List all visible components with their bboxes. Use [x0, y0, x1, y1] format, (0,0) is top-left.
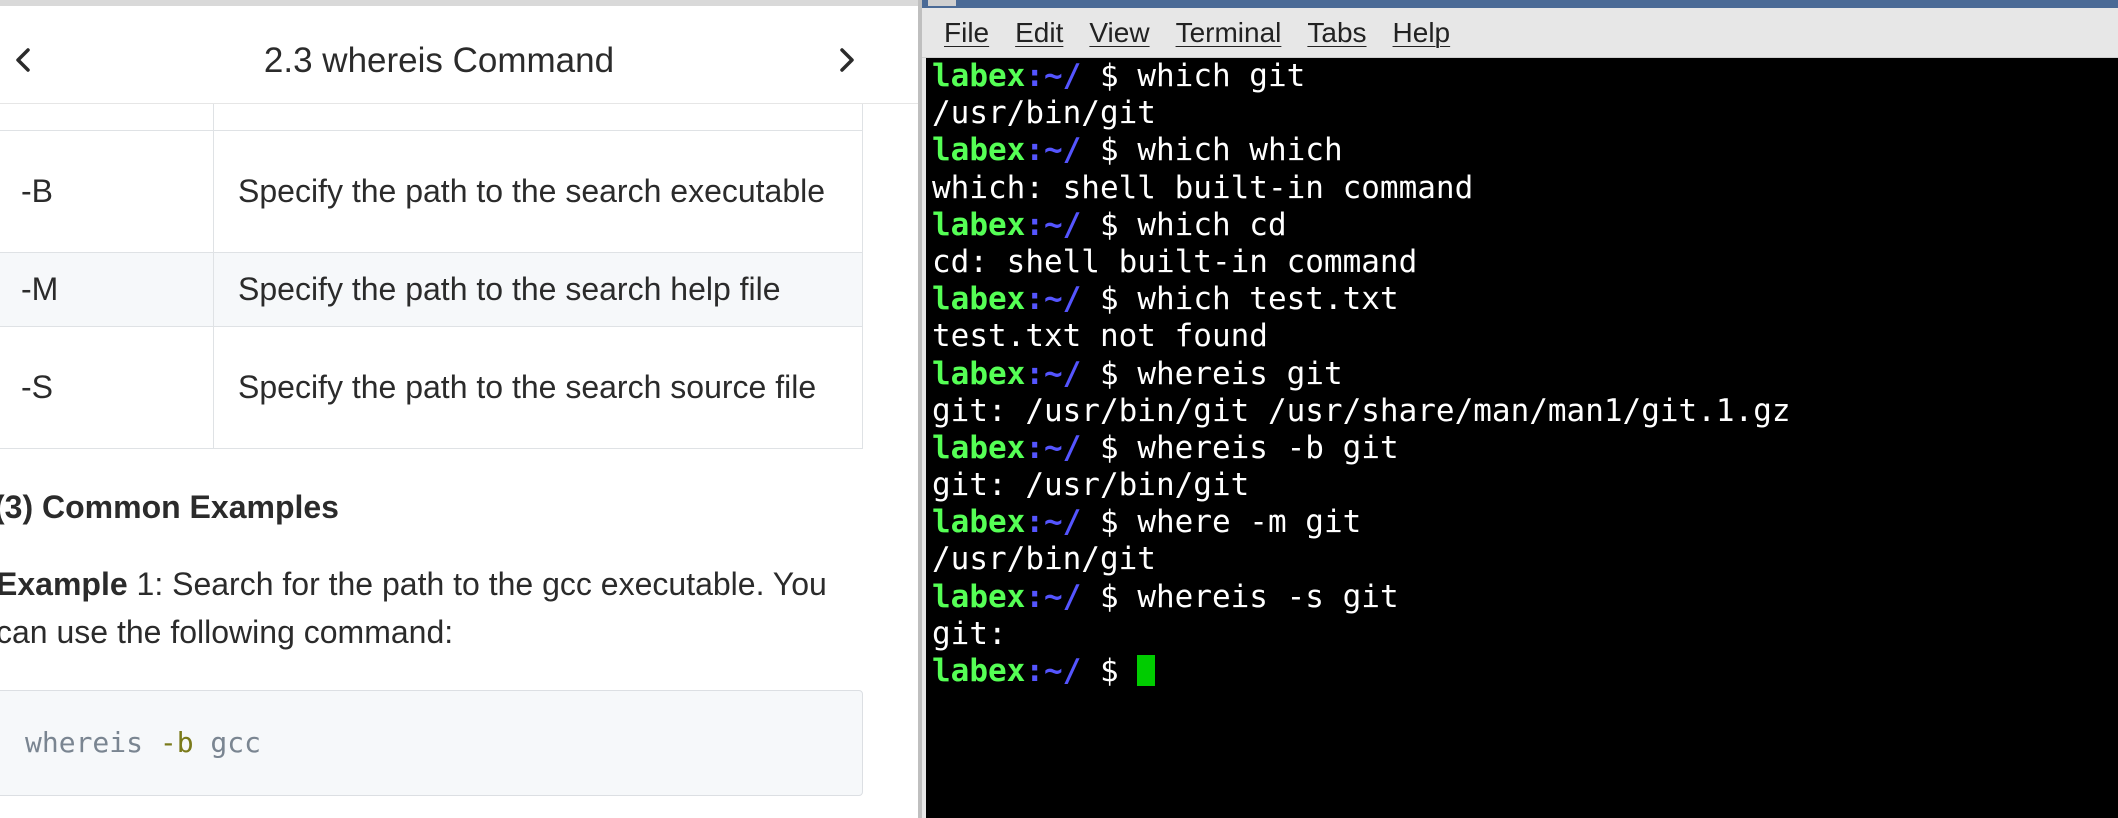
prompt-path: :~/	[1025, 578, 1082, 615]
code-argument: gcc	[193, 726, 262, 759]
option-key: -B	[0, 129, 214, 253]
prompt-path: :~/	[1025, 355, 1082, 392]
terminal-output-line: /usr/bin/git	[932, 541, 1156, 578]
terminal-command-line: labex:~/ $	[932, 653, 2118, 690]
command-text: where -m git	[1137, 504, 1362, 541]
prompt-user: labex	[932, 578, 1026, 615]
prompt-symbol: $	[1081, 58, 1138, 94]
section-heading: (3) Common Examples	[0, 489, 339, 525]
prompt-path: :~/	[1025, 58, 1082, 94]
prompt-symbol: $	[1081, 132, 1138, 169]
prompt-user: labex	[932, 429, 1026, 466]
terminal-output-line: git: /usr/bin/git /usr/share/man/man1/gi…	[932, 392, 1791, 429]
menu-edit[interactable]: Edit	[1015, 17, 1063, 49]
step-title: 2.3 whereis Command	[263, 41, 615, 80]
previous-step-button[interactable]	[4, 38, 44, 82]
prompt-path: :~/	[1025, 132, 1082, 169]
prompt-symbol: $	[1081, 578, 1138, 615]
terminal-output-line: cd: shell built-in command	[932, 243, 1418, 280]
menu-help[interactable]: Help	[1393, 17, 1451, 49]
terminal-output-line: git: /usr/bin/git	[932, 467, 1250, 504]
terminal-command-line: labex:~/ $ which which	[932, 132, 2118, 169]
prompt-path: :~/	[1025, 504, 1082, 541]
terminal-screen[interactable]: labex:~/ $ which git/usr/bin/git labex:~/…	[926, 58, 2118, 818]
menu-tabs[interactable]: Tabs	[1307, 17, 1366, 49]
code-flag: -b	[159, 726, 194, 759]
prompt-user: labex	[932, 281, 1026, 318]
table-row: -M Specify the path to the search help f…	[0, 251, 863, 327]
guide-header: 2.3 whereis Command	[0, 0, 918, 104]
menu-view[interactable]: View	[1089, 17, 1149, 49]
terminal-command-line: labex:~/ $ which test.txt	[932, 281, 2118, 318]
chevron-left-icon	[16, 48, 30, 72]
prompt-path: :~/	[1025, 281, 1082, 318]
terminal-command-line: labex:~/ $ whereis -s git	[932, 579, 2118, 616]
option-description: Specify the path to the search executabl…	[213, 129, 863, 253]
command-text: which cd	[1137, 206, 1287, 243]
table-row: -B Specify the path to the search execut…	[0, 129, 863, 253]
command-text: which test.txt	[1137, 281, 1399, 318]
prompt-symbol: $	[1081, 429, 1138, 466]
terminal-command-line: labex:~/ $ whereis git	[932, 356, 2118, 393]
prompt-symbol: $	[1081, 653, 1138, 689]
menu-terminal[interactable]: Terminal	[1176, 17, 1282, 49]
prompt-symbol: $	[1081, 206, 1138, 243]
option-description: Specify the path to the search source fi…	[213, 325, 863, 449]
terminal-cursor	[1137, 655, 1156, 686]
option-key: -M	[0, 251, 214, 327]
guide-content: -B Specify the path to the search execut…	[0, 104, 918, 818]
code-command: whereis	[25, 726, 160, 759]
window-control[interactable]	[928, 0, 956, 6]
terminal-output-line: test.txt not found	[932, 318, 1268, 355]
terminal-output-line: /usr/bin/git	[932, 95, 1156, 132]
option-description: Specify the path to the search help file	[213, 251, 863, 327]
prompt-user: labex	[932, 206, 1026, 243]
next-step-button[interactable]	[826, 38, 866, 82]
terminal-command-line: labex:~/ $ which git	[932, 58, 2118, 95]
terminal-output-line: which: shell built-in command	[932, 169, 1474, 206]
terminal-window: File Edit View Terminal Tabs Help labex:…	[922, 0, 2118, 818]
window-titlebar	[922, 0, 2118, 8]
terminal-menubar: File Edit View Terminal Tabs Help	[922, 8, 2118, 58]
command-text: whereis -s git	[1137, 578, 1399, 615]
code-block[interactable]: whereis -b gcc	[0, 690, 863, 796]
example-paragraph: Example 1: Search for the path to the gc…	[0, 560, 876, 656]
prompt-path: :~/	[1025, 429, 1082, 466]
table-row: -S Specify the path to the search source…	[0, 325, 863, 449]
example-label: Example	[0, 566, 128, 602]
prompt-symbol: $	[1081, 281, 1138, 318]
prompt-path: :~/	[1025, 653, 1082, 689]
prompt-symbol: $	[1081, 504, 1138, 541]
terminal-output-line: git:	[932, 615, 1007, 652]
terminal-command-line: labex:~/ $ whereis -b git	[932, 430, 2118, 467]
lab-guide-panel: 2.3 whereis Command -B Specify the path …	[0, 0, 918, 818]
prompt-symbol: $	[1081, 355, 1138, 392]
terminal-command-line: labex:~/ $ where -m git	[932, 504, 2118, 541]
command-text: whereis git	[1137, 355, 1343, 392]
prompt-user: labex	[932, 58, 1026, 94]
terminal-command-line: labex:~/ $ which cd	[932, 207, 2118, 244]
prompt-path: :~/	[1025, 206, 1082, 243]
command-text: whereis -b git	[1137, 429, 1399, 466]
menu-file[interactable]: File	[944, 17, 989, 49]
command-text: which which	[1137, 132, 1343, 169]
table-row	[0, 104, 863, 131]
option-key: -S	[0, 325, 214, 449]
prompt-user: labex	[932, 132, 1026, 169]
prompt-user: labex	[932, 504, 1026, 541]
options-table: -B Specify the path to the search execut…	[0, 104, 863, 449]
chevron-right-icon	[840, 48, 854, 72]
prompt-user: labex	[932, 653, 1026, 689]
command-text: which git	[1137, 58, 1306, 94]
prompt-user: labex	[932, 355, 1026, 392]
